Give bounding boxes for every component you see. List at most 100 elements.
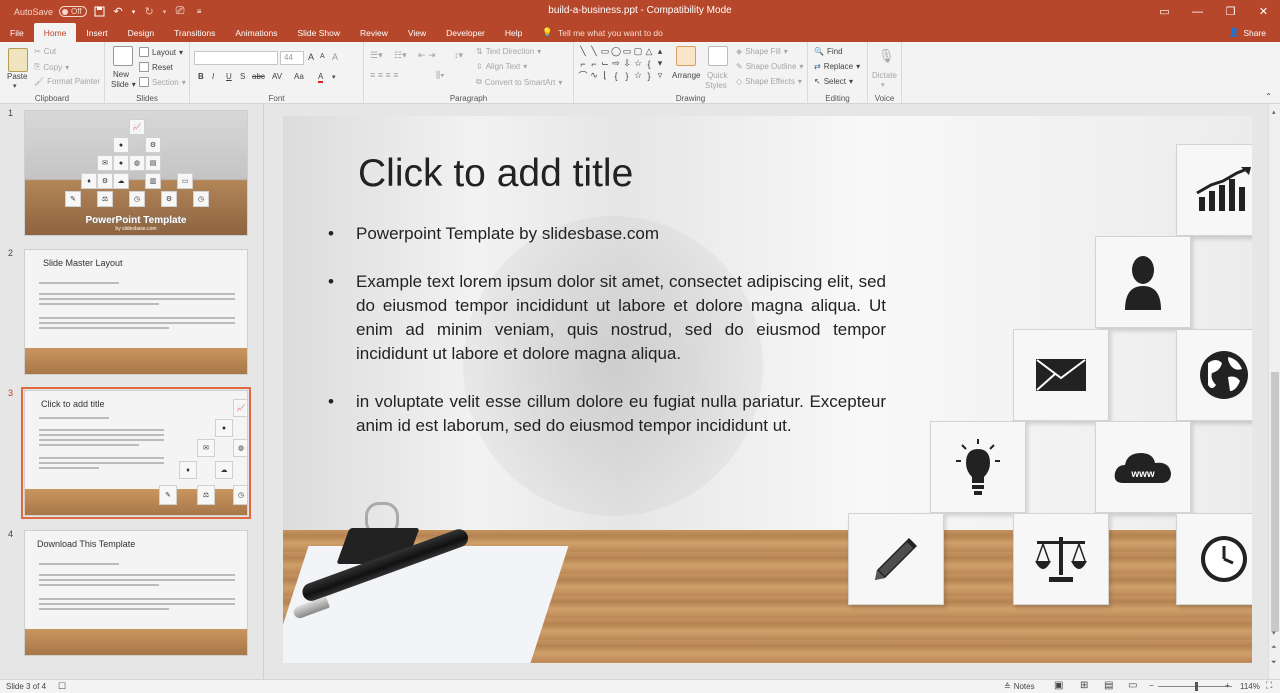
line-shape-icon[interactable]: ╲	[578, 46, 588, 57]
underline-button[interactable]: U	[226, 72, 232, 81]
shrink-font-button[interactable]: A	[320, 53, 325, 60]
numbering-button[interactable]: ☷▾	[394, 50, 407, 61]
rounded-rect-shape-icon[interactable]: ▢	[633, 46, 643, 57]
paste-button[interactable]: Paste	[7, 72, 27, 81]
rectangle-shape-icon[interactable]: ▭	[622, 46, 632, 57]
star-shape-icon[interactable]: ☆	[633, 70, 643, 81]
copy-button[interactable]: ⎘ Copy ▾	[34, 62, 69, 72]
new-slide-label2[interactable]: Slide ▾	[111, 80, 136, 89]
undo-dropdown-icon[interactable]: ▾	[131, 5, 137, 18]
grow-font-button[interactable]: A	[308, 52, 314, 62]
redo-icon[interactable]: ↻	[143, 5, 156, 18]
microphone-icon[interactable]: 🎙	[878, 48, 895, 64]
font-color-dropdown-icon[interactable]: ▾	[332, 73, 336, 81]
zoom-slider-knob[interactable]	[1195, 682, 1198, 691]
shapes-gallery[interactable]: ╲ ╲ ▭ ◯ ▭ ▢ △ ▴ ⌐ ⌐ ⌙ ⇨ ⇩ ☆{▾ ⌒ ∿ ⌊{} ☆} ▿	[578, 46, 662, 94]
collapse-ribbon-icon[interactable]: ⌃	[1265, 92, 1272, 101]
italic-button[interactable]: I	[212, 72, 214, 81]
shadow-button[interactable]: S	[240, 72, 245, 81]
indent-buttons[interactable]: ⇤ ⇥	[418, 50, 436, 61]
tab-slide-show[interactable]: Slide Show	[287, 23, 350, 42]
connector-shape-icon[interactable]: ⌐	[589, 58, 599, 69]
dictate-button[interactable]: Dictate	[872, 71, 897, 80]
arrange-icon[interactable]	[676, 46, 696, 66]
shape-effects-button[interactable]: ◇ Shape Effects ▾	[736, 77, 802, 86]
notes-button[interactable]: ≙ Notes	[1004, 682, 1035, 691]
tab-file[interactable]: File	[0, 23, 34, 42]
cut-button[interactable]: ✂ Cut	[34, 47, 56, 56]
quick-styles-button[interactable]: Quick	[707, 71, 727, 80]
slide-thumbnail-2[interactable]: Slide Master Layout	[24, 249, 248, 375]
zoom-out-icon[interactable]: −	[1149, 681, 1154, 690]
slide-sorter-icon[interactable]: ⊞	[1080, 680, 1088, 691]
scrollbar-thumb[interactable]	[1271, 372, 1279, 632]
character-spacing-button[interactable]: AV	[272, 72, 282, 81]
replace-button[interactable]: ⇄ Replace ▾	[814, 62, 860, 71]
more-shapes-icon[interactable]: ▿	[655, 70, 665, 81]
format-painter-button[interactable]: 🖌 Format Painter	[34, 77, 100, 86]
shape-fill-button[interactable]: ◈ Shape Fill ▾	[736, 47, 788, 56]
tab-animations[interactable]: Animations	[225, 23, 287, 42]
font-size-box[interactable]: 44	[280, 51, 304, 65]
customize-qat-icon[interactable]: ≡	[193, 5, 206, 18]
slideshow-icon[interactable]: ▭	[1128, 680, 1137, 691]
rectangle-shape-icon[interactable]: ▭	[600, 46, 610, 57]
paste-icon[interactable]	[8, 48, 28, 72]
align-text-button[interactable]: ⇳ Align Text ▾	[476, 62, 527, 71]
clear-formatting-button[interactable]: A	[332, 52, 338, 62]
dictate-dropdown-icon[interactable]: ▾	[881, 81, 885, 89]
connector-shape-icon[interactable]: ⌙	[600, 58, 610, 69]
spelling-icon[interactable]: ☐	[58, 681, 66, 692]
new-slide-button[interactable]: New	[113, 70, 129, 79]
slide-thumbnail-4[interactable]: Download This Template	[24, 530, 248, 656]
tab-insert[interactable]: Insert	[76, 23, 117, 42]
previous-slide-icon[interactable]: ⏶	[1271, 644, 1277, 652]
tab-help[interactable]: Help	[495, 23, 532, 42]
line-shape-icon[interactable]: ╲	[589, 46, 599, 57]
slide-thumbnail-1[interactable]: 📈 ● ⚙ ✉ ● ◍ ▤ ♦ ⚙ ☁ ▥ ▭ ✎ ⚖ ◷ ⚙ ◷ PowerP…	[24, 110, 248, 236]
brace-shape-icon[interactable]: {	[644, 58, 654, 69]
alignment-buttons[interactable]: ≡ ≡ ≡ ≡	[370, 70, 399, 80]
scroll-down-icon[interactable]: ▾	[655, 58, 665, 69]
zoom-level[interactable]: 114%	[1240, 682, 1260, 691]
new-slide-icon[interactable]	[113, 46, 133, 66]
tab-review[interactable]: Review	[350, 23, 398, 42]
curve-shape-icon[interactable]: ∿	[589, 70, 599, 81]
tab-transitions[interactable]: Transitions	[164, 23, 225, 42]
slide-body-text[interactable]: Powerpoint Template by slidesbase.com Ex…	[328, 222, 886, 462]
slide-editing-canvas[interactable]: www Click to add title Powerpoint Templa…	[265, 104, 1268, 679]
tab-developer[interactable]: Developer	[436, 23, 495, 42]
paste-dropdown-icon[interactable]: ▾	[13, 82, 17, 90]
ribbon-display-options-icon[interactable]: ▭	[1148, 0, 1181, 23]
select-button[interactable]: ↖ Select ▾	[814, 77, 853, 86]
brace-shape-icon[interactable]: {	[611, 70, 621, 81]
scroll-down-icon[interactable]: ▾	[1272, 629, 1276, 637]
fit-slide-icon[interactable]: ⛶	[1266, 680, 1272, 691]
save-icon[interactable]	[93, 5, 106, 18]
quick-styles-icon[interactable]	[708, 46, 728, 66]
convert-smartart-button[interactable]: ⧉ Convert to SmartArt ▾	[476, 77, 562, 87]
restore-icon[interactable]: ❐	[1214, 0, 1247, 23]
brace-shape-icon[interactable]: }	[644, 70, 654, 81]
bold-button[interactable]: B	[198, 72, 204, 81]
star-shape-icon[interactable]: ☆	[633, 58, 643, 69]
reset-button[interactable]: Reset	[139, 62, 173, 72]
tab-design[interactable]: Design	[118, 23, 164, 42]
slide-title[interactable]: Click to add title	[358, 152, 633, 196]
tab-view[interactable]: View	[398, 23, 436, 42]
triangle-shape-icon[interactable]: △	[644, 46, 654, 57]
find-button[interactable]: 🔍 Find	[814, 47, 843, 56]
text-direction-button[interactable]: ⇅ Text Direction ▾	[476, 47, 541, 56]
bullets-button[interactable]: ☰▾	[370, 50, 383, 61]
arrow-shape-icon[interactable]: ⇩	[622, 58, 632, 69]
scroll-up-icon[interactable]: ▴	[1272, 108, 1276, 116]
current-slide[interactable]: www Click to add title Powerpoint Templa…	[283, 116, 1252, 663]
section-button[interactable]: Section ▾	[139, 77, 186, 87]
arc-shape-icon[interactable]: ⌒	[578, 70, 588, 81]
line-shape-icon[interactable]: ⌐	[578, 58, 588, 69]
line-spacing-button[interactable]: ↕▾	[454, 50, 463, 61]
undo-icon[interactable]: ↶	[112, 5, 125, 18]
normal-view-icon[interactable]: ▣	[1054, 680, 1063, 691]
slide-thumbnail-3[interactable]: Click to add title 📈 ● ✉ ◍ ♦ ☁ ✎ ⚖ ◷	[21, 387, 251, 519]
font-color-button[interactable]: A	[318, 72, 324, 83]
